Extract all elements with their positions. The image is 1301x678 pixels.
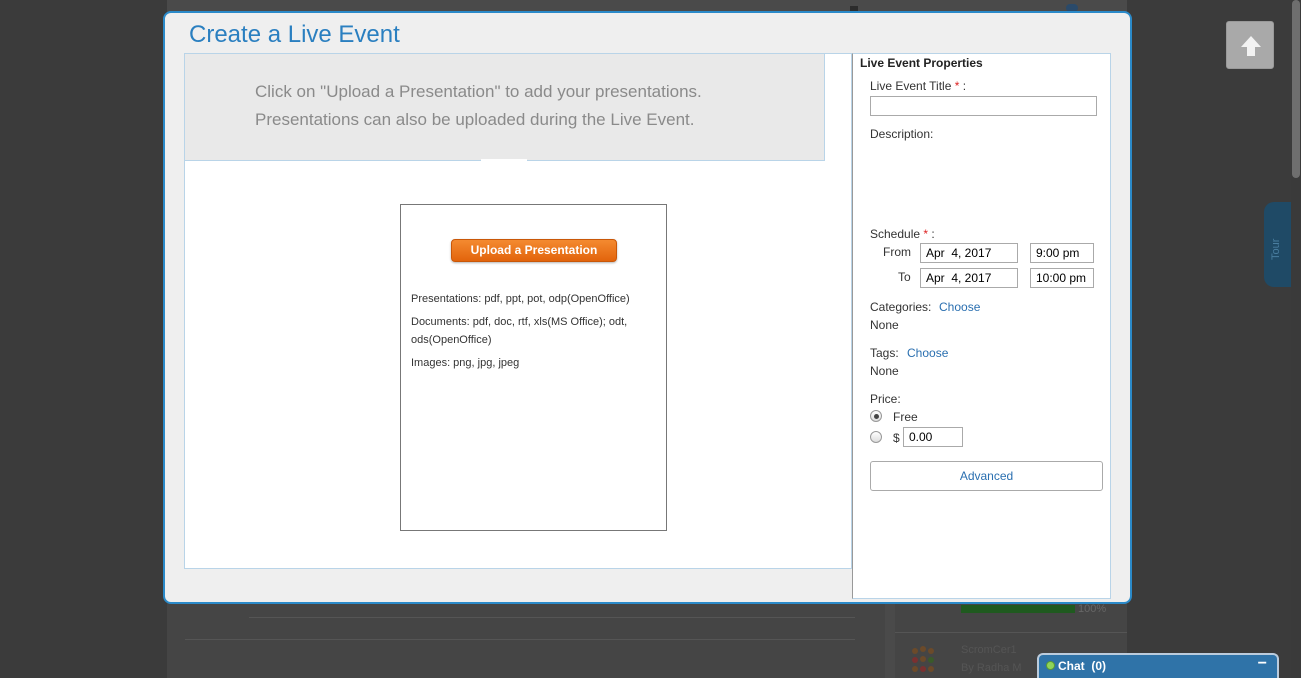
- schedule-label: Schedule * :: [870, 227, 935, 241]
- divider: [895, 632, 1127, 633]
- title-label-text: Live Event Title: [870, 79, 952, 93]
- label-colon: :: [931, 227, 935, 241]
- divider: [185, 639, 855, 640]
- page-scrollbar[interactable]: [1291, 0, 1301, 678]
- supported-formats: Presentations: pdf, ppt, pot, odp(OpenOf…: [411, 290, 656, 377]
- price-input[interactable]: [903, 427, 963, 447]
- label-colon: :: [962, 79, 967, 93]
- chat-label: Chat (0): [1058, 659, 1106, 673]
- from-label: From: [883, 245, 911, 259]
- required-mark: *: [923, 227, 929, 241]
- price-paid-radio[interactable]: [870, 431, 882, 443]
- online-status-icon: [1046, 661, 1055, 670]
- create-live-event-dialog: Create a Live Event Click on "Upload a P…: [163, 11, 1132, 604]
- required-mark: *: [954, 79, 960, 93]
- from-date-input[interactable]: [920, 243, 1018, 263]
- categories-choose-link[interactable]: Choose: [939, 300, 980, 314]
- divider: [249, 617, 855, 618]
- description-label: Description:: [870, 127, 934, 141]
- categories-value: None: [870, 318, 899, 332]
- chat-count: (0): [1091, 659, 1107, 673]
- arrow-up-icon: [1241, 36, 1261, 56]
- tags-value: None: [870, 364, 899, 378]
- event-title-input[interactable]: [870, 96, 1097, 116]
- course-title: ScromCer1: [961, 644, 1017, 656]
- properties-heading: Live Event Properties: [860, 56, 983, 70]
- upload-instructions: Click on "Upload a Presentation" to add …: [184, 53, 825, 161]
- tags-label: Tags:: [870, 346, 899, 360]
- advanced-button[interactable]: Advanced: [870, 461, 1103, 491]
- upload-presentation-button[interactable]: Upload a Presentation: [451, 239, 617, 262]
- course-author: By Radha M: [961, 662, 1022, 674]
- properties-pane: Live Event Properties Live Event Title *…: [852, 53, 1111, 599]
- price-free-radio[interactable]: [870, 410, 882, 422]
- formats-documents: Documents: pdf, doc, rtf, xls(MS Office)…: [411, 316, 628, 346]
- course-thumbnail: [908, 644, 938, 678]
- schedule-label-text: Schedule: [870, 227, 921, 241]
- chat-title: Chat: [1058, 659, 1085, 673]
- to-time-input[interactable]: [1030, 268, 1094, 288]
- price-free-label: Free: [893, 410, 918, 424]
- price-label: Price:: [870, 392, 901, 406]
- formats-presentations: Presentations: pdf, ppt, pot, odp(OpenOf…: [411, 293, 630, 305]
- to-date-input[interactable]: [920, 268, 1018, 288]
- course-progress-bar: [961, 605, 1075, 613]
- from-time-input[interactable]: [1030, 243, 1094, 263]
- scrollbar-thumb[interactable]: [1292, 0, 1300, 178]
- minimize-icon[interactable]: −: [1258, 655, 1267, 673]
- categories-label: Categories:: [870, 300, 932, 314]
- price-currency: $: [893, 431, 900, 445]
- title-label: Live Event Title * :: [870, 79, 966, 93]
- chat-bar[interactable]: Chat (0) −: [1037, 653, 1279, 678]
- instructions-line-1: Click on "Upload a Presentation" to add …: [255, 82, 702, 101]
- formats-images: Images: png, jpg, jpeg: [411, 357, 520, 369]
- callout-notch: [481, 159, 527, 163]
- to-label: To: [898, 270, 911, 284]
- presentation-pane: Click on "Upload a Presentation" to add …: [184, 53, 852, 569]
- course-progress-label: 100%: [1078, 603, 1107, 615]
- tour-label: Tour: [1270, 238, 1282, 260]
- scroll-to-top-button[interactable]: [1226, 21, 1274, 69]
- tags-choose-link[interactable]: Choose: [907, 346, 948, 360]
- instructions-line-2: Presentations can also be uploaded durin…: [255, 110, 695, 129]
- upload-panel: Upload a Presentation Presentations: pdf…: [400, 204, 667, 531]
- dialog-title: Create a Live Event: [189, 21, 400, 48]
